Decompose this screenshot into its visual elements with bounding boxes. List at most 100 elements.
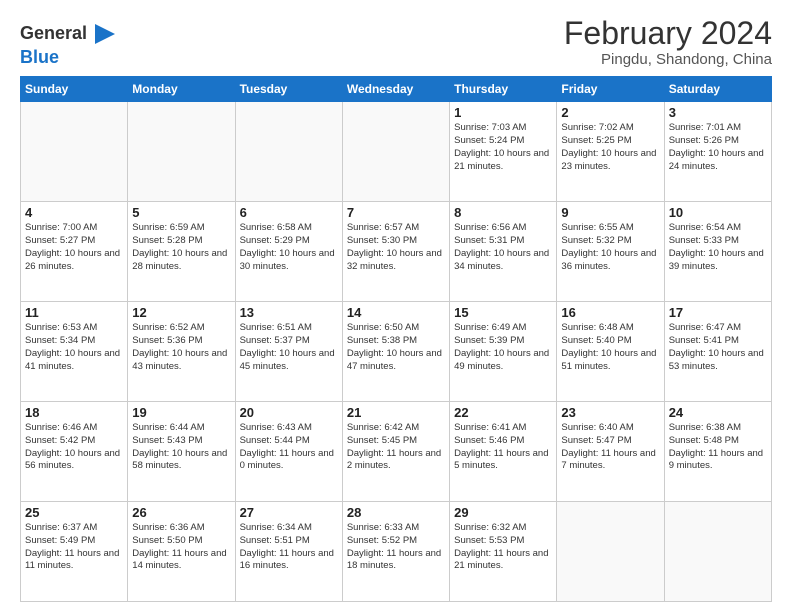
day-number: 24 [669,405,767,420]
col-header-sunday: Sunday [21,77,128,102]
day-number: 10 [669,205,767,220]
calendar-cell: 29Sunrise: 6:32 AM Sunset: 5:53 PM Dayli… [450,502,557,602]
day-info: Sunrise: 6:59 AM Sunset: 5:28 PM Dayligh… [132,222,230,273]
day-number: 3 [669,105,767,120]
day-number: 1 [454,105,552,120]
calendar-cell [664,502,771,602]
calendar-cell: 26Sunrise: 6:36 AM Sunset: 5:50 PM Dayli… [128,502,235,602]
calendar-week-4: 18Sunrise: 6:46 AM Sunset: 5:42 PM Dayli… [21,402,772,502]
col-header-tuesday: Tuesday [235,77,342,102]
day-number: 6 [240,205,338,220]
day-info: Sunrise: 6:50 AM Sunset: 5:38 PM Dayligh… [347,322,445,373]
calendar-cell: 18Sunrise: 6:46 AM Sunset: 5:42 PM Dayli… [21,402,128,502]
day-number: 27 [240,505,338,520]
calendar-cell: 28 Sunrise: 6:33 AM Sunset: 5:52 PM Dayli… [342,502,449,602]
col-header-monday: Monday [128,77,235,102]
day-info: Sunrise: 7:01 AM Sunset: 5:26 PM Dayligh… [669,122,767,173]
day-number: 17 [669,305,767,320]
header: General Blue February 2024 Pingdu, Shand… [20,16,772,68]
calendar-cell: 20Sunrise: 6:43 AM Sunset: 5:44 PM Dayli… [235,402,342,502]
logo-icon [91,20,119,48]
day-info: Sunrise: 6:58 AM Sunset: 5:29 PM Dayligh… [240,222,338,273]
day-number: 15 [454,305,552,320]
day-number: 13 [240,305,338,320]
day-number: 2 [561,105,659,120]
calendar-cell: 10Sunrise: 6:54 AM Sunset: 5:33 PM Dayli… [664,202,771,302]
calendar-cell: 25 Sunrise: 6:37 AM Sunset: 5:49 PM Dayli… [21,502,128,602]
day-number: 4 [25,205,123,220]
day-number: 21 [347,405,445,420]
calendar-cell: 22 Sunrise: 6:41 AM Sunset: 5:46 PM Dayli… [450,402,557,502]
calendar-cell: 12Sunrise: 6:52 AM Sunset: 5:36 PM Dayli… [128,302,235,402]
day-number: 11 [25,305,123,320]
col-header-wednesday: Wednesday [342,77,449,102]
day-info: Sunrise: 6:38 AM Sunset: 5:48 PM Dayligh… [669,422,767,473]
day-info: Sunrise: 7:00 AM Sunset: 5:27 PM Dayligh… [25,222,123,273]
calendar-cell: 4 Sunrise: 7:00 AM Sunset: 5:27 PM Daylig… [21,202,128,302]
calendar-cell: 2 Sunrise: 7:02 AM Sunset: 5:25 PM Daylig… [557,102,664,202]
day-number: 7 [347,205,445,220]
day-info: Sunrise: 7:02 AM Sunset: 5:25 PM Dayligh… [561,122,659,173]
title-block: February 2024 Pingdu, Shandong, China [564,16,772,68]
day-number: 23 [561,405,659,420]
calendar-cell: 13 Sunrise: 6:51 AM Sunset: 5:37 PM Dayli… [235,302,342,402]
calendar-week-3: 11 Sunrise: 6:53 AM Sunset: 5:34 PM Dayli… [21,302,772,402]
day-info: Sunrise: 6:33 AM Sunset: 5:52 PM Dayligh… [347,522,445,573]
day-number: 22 [454,405,552,420]
calendar-week-1: 1 Sunrise: 7:03 AM Sunset: 5:24 PM Daylig… [21,102,772,202]
day-info: Sunrise: 6:44 AM Sunset: 5:43 PM Dayligh… [132,422,230,473]
day-info: Sunrise: 6:41 AM Sunset: 5:46 PM Dayligh… [454,422,552,473]
calendar-cell: 9 Sunrise: 6:55 AM Sunset: 5:32 PM Daylig… [557,202,664,302]
day-info: Sunrise: 6:51 AM Sunset: 5:37 PM Dayligh… [240,322,338,373]
calendar-header-row: SundayMondayTuesdayWednesdayThursdayFrid… [21,77,772,102]
day-info: Sunrise: 6:57 AM Sunset: 5:30 PM Dayligh… [347,222,445,273]
day-info: Sunrise: 6:37 AM Sunset: 5:49 PM Dayligh… [25,522,123,573]
calendar-cell: 17 Sunrise: 6:47 AM Sunset: 5:41 PM Dayli… [664,302,771,402]
day-number: 28 [347,505,445,520]
day-info: Sunrise: 6:52 AM Sunset: 5:36 PM Dayligh… [132,322,230,373]
day-info: Sunrise: 7:03 AM Sunset: 5:24 PM Dayligh… [454,122,552,173]
day-info: Sunrise: 6:46 AM Sunset: 5:42 PM Dayligh… [25,422,123,473]
day-number: 26 [132,505,230,520]
logo-text-blue: Blue [20,47,59,67]
calendar-body: 1 Sunrise: 7:03 AM Sunset: 5:24 PM Daylig… [21,102,772,602]
day-info: Sunrise: 6:40 AM Sunset: 5:47 PM Dayligh… [561,422,659,473]
day-info: Sunrise: 6:42 AM Sunset: 5:45 PM Dayligh… [347,422,445,473]
calendar-week-5: 25 Sunrise: 6:37 AM Sunset: 5:49 PM Dayli… [21,502,772,602]
calendar-cell: 6 Sunrise: 6:58 AM Sunset: 5:29 PM Daylig… [235,202,342,302]
day-info: Sunrise: 6:48 AM Sunset: 5:40 PM Dayligh… [561,322,659,373]
calendar-cell: 5 Sunrise: 6:59 AM Sunset: 5:28 PM Daylig… [128,202,235,302]
day-number: 9 [561,205,659,220]
calendar-cell: 27 Sunrise: 6:34 AM Sunset: 5:51 PM Dayli… [235,502,342,602]
calendar-cell: 16 Sunrise: 6:48 AM Sunset: 5:40 PM Dayli… [557,302,664,402]
day-info: Sunrise: 6:56 AM Sunset: 5:31 PM Dayligh… [454,222,552,273]
day-info: Sunrise: 6:53 AM Sunset: 5:34 PM Dayligh… [25,322,123,373]
calendar-cell [557,502,664,602]
calendar-table: SundayMondayTuesdayWednesdayThursdayFrid… [20,76,772,602]
calendar-cell: 19 Sunrise: 6:44 AM Sunset: 5:43 PM Dayli… [128,402,235,502]
day-info: Sunrise: 6:47 AM Sunset: 5:41 PM Dayligh… [669,322,767,373]
calendar-subtitle: Pingdu, Shandong, China [564,51,772,68]
day-info: Sunrise: 6:43 AM Sunset: 5:44 PM Dayligh… [240,422,338,473]
logo: General Blue [20,20,119,68]
calendar-cell: 7 Sunrise: 6:57 AM Sunset: 5:30 PM Daylig… [342,202,449,302]
calendar-cell: 15Sunrise: 6:49 AM Sunset: 5:39 PM Dayli… [450,302,557,402]
day-number: 19 [132,405,230,420]
calendar-cell [21,102,128,202]
day-number: 16 [561,305,659,320]
calendar-cell: 8Sunrise: 6:56 AM Sunset: 5:31 PM Daylig… [450,202,557,302]
calendar-week-2: 4 Sunrise: 7:00 AM Sunset: 5:27 PM Daylig… [21,202,772,302]
calendar-cell: 11 Sunrise: 6:53 AM Sunset: 5:34 PM Dayli… [21,302,128,402]
day-info: Sunrise: 6:55 AM Sunset: 5:32 PM Dayligh… [561,222,659,273]
day-number: 25 [25,505,123,520]
day-info: Sunrise: 6:32 AM Sunset: 5:53 PM Dayligh… [454,522,552,573]
calendar-cell [342,102,449,202]
day-info: Sunrise: 6:34 AM Sunset: 5:51 PM Dayligh… [240,522,338,573]
calendar-cell [235,102,342,202]
calendar-cell: 1 Sunrise: 7:03 AM Sunset: 5:24 PM Daylig… [450,102,557,202]
day-number: 5 [132,205,230,220]
col-header-thursday: Thursday [450,77,557,102]
calendar-cell: 21 Sunrise: 6:42 AM Sunset: 5:45 PM Dayli… [342,402,449,502]
col-header-friday: Friday [557,77,664,102]
calendar-cell: 14Sunrise: 6:50 AM Sunset: 5:38 PM Dayli… [342,302,449,402]
